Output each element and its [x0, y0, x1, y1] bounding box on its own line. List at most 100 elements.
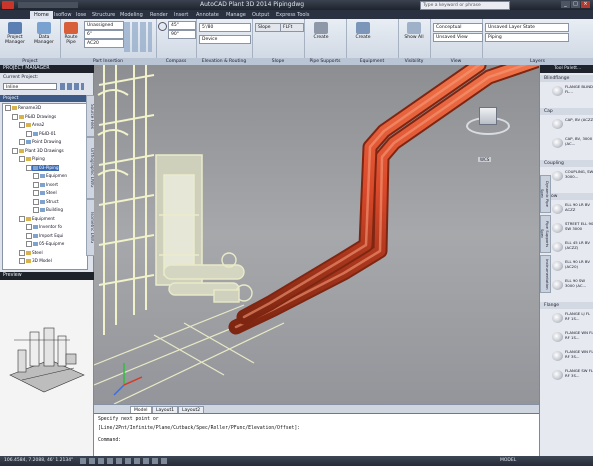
tree-node[interactable]: Equipment	[19, 215, 55, 222]
model-space-indicator[interactable]: MODEL	[500, 458, 516, 463]
tool-palette-item[interactable]: ELL 90 LR BV (AC20)	[552, 259, 593, 272]
expand-toggle-icon[interactable]	[26, 130, 32, 137]
tab-manage[interactable]: Manage	[222, 11, 250, 19]
expand-toggle-icon[interactable]	[5, 105, 11, 111]
expand-toggle-icon[interactable]	[33, 198, 39, 205]
tab-insert[interactable]: Insert	[170, 11, 192, 19]
expand-toggle-icon[interactable]	[19, 156, 25, 162]
expand-toggle-icon[interactable]	[19, 215, 25, 222]
tree-node[interactable]: 03-Piping	[26, 164, 59, 171]
tool-palette-item[interactable]: FLANGE WN FL RF 1S...	[552, 330, 593, 343]
tree-node[interactable]: 05-Equipme	[26, 241, 64, 247]
expand-toggle-icon[interactable]	[12, 147, 18, 154]
tree-node[interactable]: 3D Model	[19, 258, 52, 264]
equipment-create-button[interactable]: Create	[352, 22, 374, 40]
expand-toggle-icon[interactable]	[19, 122, 25, 128]
spec-select[interactable]: Unassigned	[84, 21, 124, 30]
project-manager-button[interactable]: Project Manager	[2, 22, 28, 45]
slope-flip-button[interactable]: FLFt	[280, 23, 304, 32]
tool-palette-item[interactable]: FLANGE BLIND FL...	[552, 84, 593, 97]
close-button[interactable]: ×	[581, 1, 590, 8]
tree-node[interactable]: P&ID Drawings	[12, 113, 56, 120]
layer-state-select[interactable]: Unsaved Layer State	[485, 23, 569, 32]
tool-palette-section[interactable]: Blindflange	[540, 75, 593, 82]
device-select[interactable]: Device	[199, 35, 251, 44]
saved-view-select[interactable]: Unsaved View	[433, 33, 483, 42]
project-tree[interactable]: Rename3D P&ID Drawings Area2 P&ID-01 Point D…	[2, 103, 88, 270]
pipe-support-create-button[interactable]: Create	[310, 22, 332, 40]
tree-node[interactable]: Steel	[19, 249, 43, 256]
layer-select[interactable]: Piping	[485, 33, 569, 42]
project-toolbar-icons[interactable]	[60, 83, 84, 90]
drawing-viewport[interactable]: WCS	[94, 65, 539, 404]
expand-toggle-icon[interactable]	[26, 224, 32, 230]
tree-node[interactable]: Piping	[19, 156, 45, 162]
expand-toggle-icon[interactable]	[33, 181, 39, 188]
tool-palette-item[interactable]: STREET ELL 90 SW 3000	[552, 221, 593, 234]
expand-toggle-icon[interactable]	[26, 232, 32, 239]
tool-palette-item[interactable]: FLANGE LJ FL RF 1S...	[552, 311, 593, 324]
viewcube-box[interactable]	[479, 107, 497, 125]
visual-style-select[interactable]: Conceptual	[433, 23, 483, 32]
tree-node[interactable]: Building	[33, 207, 63, 213]
expand-toggle-icon[interactable]	[19, 249, 25, 256]
tree-node[interactable]: Area2	[19, 122, 44, 128]
tool-palette-item[interactable]: CAP, BV, 3000 (AC...	[552, 136, 593, 149]
expand-toggle-icon[interactable]	[26, 241, 32, 247]
tab-express-tools[interactable]: Express Tools	[272, 11, 313, 19]
tool-palette-item[interactable]: ELL 90 SW 3000 (AC...	[552, 278, 593, 291]
viewcube[interactable]	[466, 107, 510, 137]
tool-palette-item[interactable]: FLANGE WN FL RF 3S...	[552, 349, 593, 362]
tab-annotate[interactable]: Annotate	[192, 11, 223, 19]
material-select[interactable]: AC20	[84, 39, 124, 48]
compass-angle-1[interactable]: 45°	[168, 21, 196, 30]
data-manager-button[interactable]: Data Manager	[31, 22, 57, 45]
expand-toggle-icon[interactable]	[12, 113, 18, 120]
tree-node[interactable]: Steel	[33, 190, 57, 196]
tool-palette-item[interactable]: FLANGE SW FL RF 3S...	[552, 368, 593, 381]
tree-node[interactable]: Rename3D	[5, 105, 41, 111]
size-select[interactable]: 6"	[84, 30, 124, 39]
compass-angle-2[interactable]: 90°	[168, 30, 196, 39]
tool-palette-section[interactable]: Flange	[540, 302, 593, 309]
maximize-button[interactable]: □	[571, 1, 580, 8]
elevation-input[interactable]: 5'/80	[199, 23, 251, 32]
app-logo[interactable]	[2, 1, 14, 9]
current-project-select[interactable]: Inline	[3, 83, 57, 90]
insertion-tools[interactable]	[124, 22, 152, 52]
tree-node[interactable]: Plant 3D Drawings	[12, 147, 64, 154]
tool-palette-item[interactable]: CAP, BV (ACZZ)	[552, 117, 593, 130]
tab-output[interactable]: Output	[248, 11, 273, 19]
tree-node[interactable]: Point Drawing	[19, 139, 61, 145]
route-pipe-button[interactable]: Route Pipe	[62, 22, 80, 45]
tool-palette-section[interactable]: Cap	[540, 108, 593, 115]
slope-input[interactable]: Slope	[255, 23, 281, 32]
tool-palette-item[interactable]: ELL 90 LR BV ACZZ	[552, 202, 593, 215]
tool-palette-tab[interactable]: Pipe Supports Spec	[540, 215, 551, 253]
tool-palette-item[interactable]: COUPLING, SW, 3000...	[552, 169, 593, 182]
tool-palette-item[interactable]: ELL 45 LR BV (ACZZ)	[552, 240, 593, 253]
tree-node[interactable]: Struct	[33, 198, 59, 205]
tool-palette-tab[interactable]: Instrumentation	[540, 255, 551, 293]
search-input[interactable]: Type a keyword or phrase	[420, 1, 510, 10]
expand-toggle-icon[interactable]	[19, 258, 25, 264]
command-line[interactable]: Specify next point or [Line/2Pnt/Infinit…	[94, 413, 539, 456]
tree-node[interactable]: Insert	[33, 181, 58, 188]
expand-toggle-icon[interactable]	[33, 207, 39, 213]
expand-toggle-icon[interactable]	[33, 190, 39, 196]
quick-access-toolbar[interactable]	[18, 2, 78, 8]
minimize-button[interactable]: _	[561, 1, 570, 8]
expand-toggle-icon[interactable]	[19, 139, 25, 145]
tool-palette-section[interactable]: Coupling	[540, 160, 593, 167]
tree-node[interactable]: Inventor fo	[26, 224, 62, 230]
tree-node[interactable]: P&ID-01	[26, 130, 56, 137]
tree-node[interactable]: Equipmen	[33, 173, 67, 179]
tab-render[interactable]: Render	[146, 11, 172, 19]
tab-structure[interactable]: Structure	[88, 11, 119, 19]
tool-palette-tab[interactable]: Dynamic Pipe Spec	[540, 175, 551, 213]
expand-toggle-icon[interactable]	[33, 173, 39, 179]
tab-modeling[interactable]: Modeling	[116, 11, 147, 19]
compass-icon[interactable]	[158, 22, 167, 31]
tree-node[interactable]: Import Equi	[26, 232, 63, 239]
show-all-button[interactable]: Show All	[402, 22, 426, 40]
